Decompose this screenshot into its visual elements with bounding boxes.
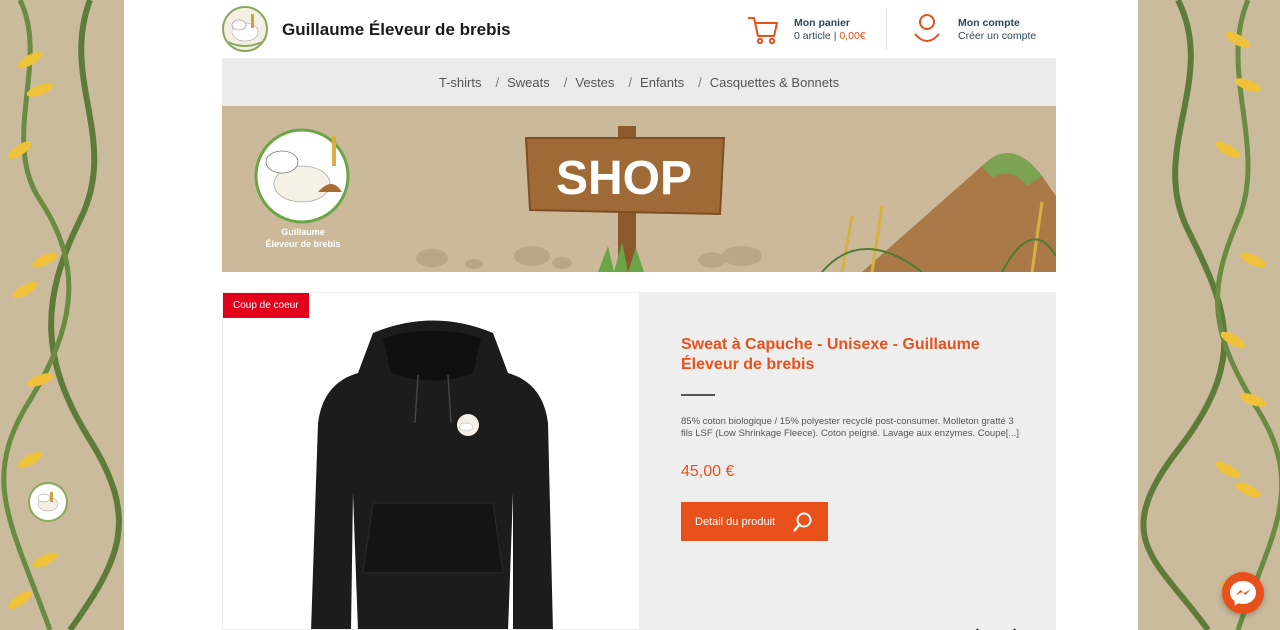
sheep-logo-icon xyxy=(37,492,59,512)
nav-item-vestes[interactable]: Vestes xyxy=(575,75,614,90)
wheat-vine-decoration xyxy=(1140,0,1280,630)
wheat-vine-decoration xyxy=(1,0,122,630)
page-content: Guillaume Éleveur de brebis Mon panier 0… xyxy=(124,0,1138,630)
nav-separator: / xyxy=(563,74,568,90)
featured-product: Coup de coeur Sweat à Capuche - Unisexe … xyxy=(222,292,1056,630)
cart-widget[interactable]: Mon panier 0 article | 0,00€ xyxy=(746,12,886,48)
product-image[interactable]: Coup de coeur xyxy=(222,292,640,630)
banner-logo-line2: Éleveur de brebis xyxy=(265,239,340,249)
shop-banner: Guillaume Éleveur de brebis SHOP xyxy=(222,106,1056,272)
banner-logo-line1: Guillaume xyxy=(281,227,325,237)
nav-item-tshirts[interactable]: T-shirts xyxy=(439,75,482,90)
site-title[interactable]: Guillaume Éleveur de brebis xyxy=(282,20,511,40)
carousel-arrows[interactable] xyxy=(966,622,1026,630)
search-icon xyxy=(793,512,812,532)
product-description: 85% coton biologique / 15% polyester rec… xyxy=(681,416,1019,439)
banner-sign-text: SHOP xyxy=(556,152,692,205)
product-badge: Coup de coeur xyxy=(223,293,309,318)
account-widget[interactable]: Mon compte Créer un compte xyxy=(912,12,1052,48)
hoodie-image xyxy=(311,320,553,629)
cart-count: 0 article xyxy=(794,30,831,42)
site-logo[interactable] xyxy=(222,6,268,52)
product-detail-button-label: Detail du produit xyxy=(695,515,776,528)
nav-separator: / xyxy=(698,74,702,90)
nav-separator: / xyxy=(628,74,633,90)
nav-item-casquettes-bonnets[interactable]: Casquettes & Bonnets xyxy=(710,75,839,90)
nav-separator: / xyxy=(495,74,500,90)
sheep-logo-icon xyxy=(227,14,263,47)
floating-logo-badge[interactable] xyxy=(28,482,68,522)
header-divider xyxy=(886,8,887,50)
product-detail-button[interactable]: Detail du produit xyxy=(681,502,828,541)
account-title: Mon compte xyxy=(958,17,1020,29)
cart-title: Mon panier xyxy=(794,17,851,29)
right-decorative-panel xyxy=(1138,0,1280,630)
banner-illustration: Guillaume Éleveur de brebis SHOP xyxy=(254,126,1056,272)
cart-icon xyxy=(748,17,778,45)
product-price: 45,00 € xyxy=(681,463,735,480)
cart-separator: | xyxy=(833,30,837,42)
create-account-link[interactable]: Créer un compte xyxy=(958,30,1036,42)
nav-item-enfants[interactable]: Enfants xyxy=(640,75,684,90)
site-header: Guillaume Éleveur de brebis Mon panier 0… xyxy=(222,0,1056,58)
user-icon xyxy=(914,14,940,42)
cart-total: 0,00€ xyxy=(839,30,866,42)
category-nav: T-shirts / Sweats / Vestes / Enfants / C… xyxy=(222,58,1056,106)
messenger-chat-button[interactable] xyxy=(1222,572,1264,614)
left-decorative-panel xyxy=(0,0,124,630)
product-title[interactable]: Sweat à Capuche - Unisexe - Guillaume Él… xyxy=(681,335,1011,375)
product-info-panel: Sweat à Capuche - Unisexe - Guillaume Él… xyxy=(640,292,1056,630)
cart-summary: 0 article | 0,00€ xyxy=(794,30,866,42)
messenger-icon xyxy=(1230,581,1256,606)
nav-item-sweats[interactable]: Sweats xyxy=(507,75,550,90)
title-underline xyxy=(681,394,715,396)
